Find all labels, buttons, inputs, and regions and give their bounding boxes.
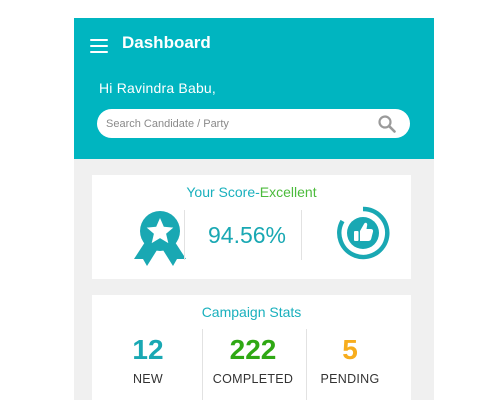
score-divider-left xyxy=(184,210,185,260)
stat-completed[interactable]: 222 COMPLETED xyxy=(201,333,305,386)
score-title-prefix: Your Score- xyxy=(186,184,260,200)
stat-new-label: NEW xyxy=(132,372,164,386)
stat-pending-label: PENDING xyxy=(320,372,380,386)
app-header: Dashboard Hi Ravindra Babu, xyxy=(74,18,434,159)
search-input[interactable] xyxy=(106,109,366,138)
score-value: 94.56% xyxy=(207,222,286,248)
app-screen: Dashboard Hi Ravindra Babu, Your Score-E… xyxy=(74,18,434,400)
stat-new-value: 12 xyxy=(132,334,164,365)
stat-pending-value: 5 xyxy=(342,334,358,365)
score-card-title: Your Score-Excellent xyxy=(92,183,411,201)
page-title: Dashboard xyxy=(122,33,211,52)
campaign-stats-card: Campaign Stats 12 NEW 222 COMPLETED 5 PE… xyxy=(92,295,411,400)
stat-completed-label: COMPLETED xyxy=(212,372,294,386)
search-icon[interactable] xyxy=(377,114,397,134)
hamburger-menu-icon[interactable] xyxy=(90,39,108,53)
score-card: Your Score-Excellent 94.56% xyxy=(92,175,411,279)
score-divider-right xyxy=(301,210,302,260)
stat-completed-value: 222 xyxy=(229,334,277,365)
user-greeting: Hi Ravindra Babu, xyxy=(99,80,217,96)
campaign-stats-title: Campaign Stats xyxy=(201,304,302,320)
search-bar xyxy=(97,109,410,138)
score-rating: Excellent xyxy=(259,184,317,200)
thumbs-up-icon xyxy=(337,206,390,260)
stat-pending[interactable]: 5 PENDING xyxy=(298,333,402,386)
ribbon-star-badge-icon xyxy=(134,211,186,266)
stat-new[interactable]: 12 NEW xyxy=(96,333,200,386)
